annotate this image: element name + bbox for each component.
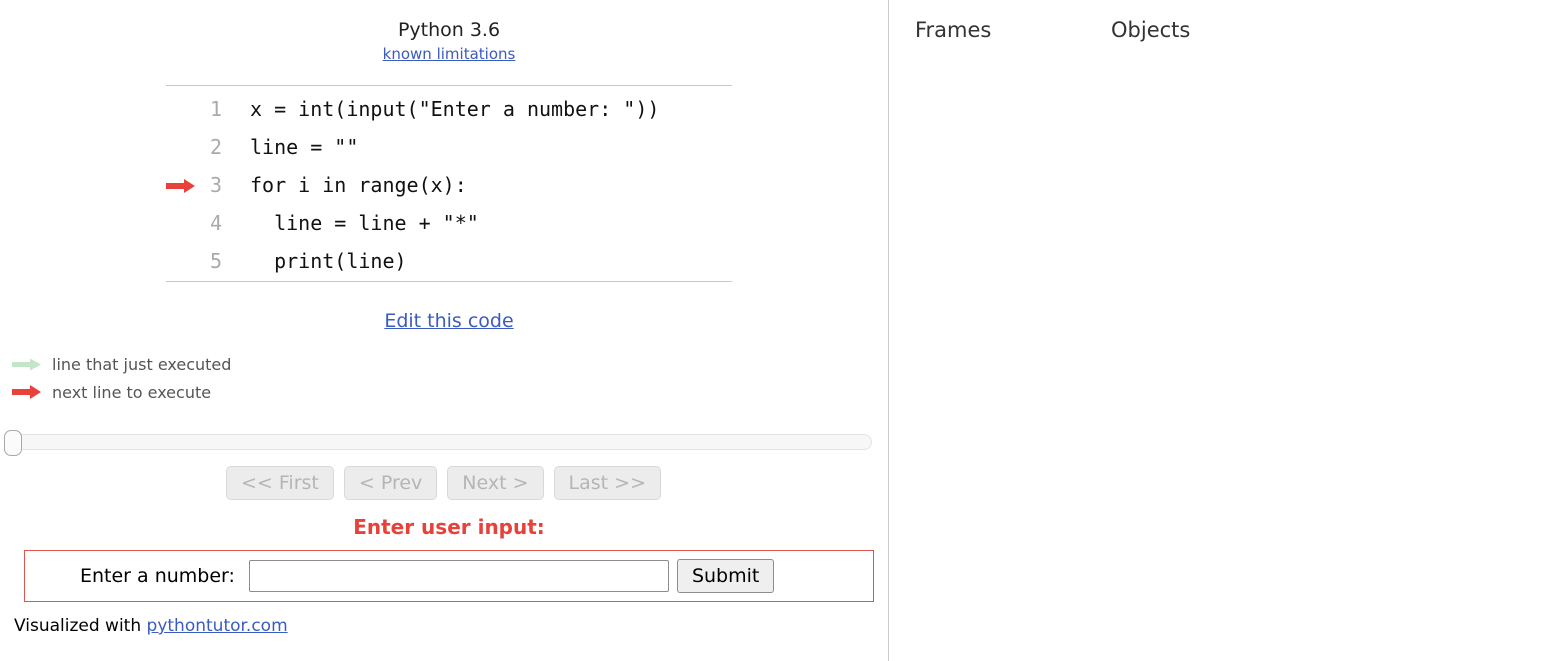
- next-line-arrow-icon: [166, 90, 202, 193]
- known-limitations-link[interactable]: known limitations: [383, 45, 516, 63]
- visualizer-left-pane: Python 3.6 known limitations 1 x = int(i…: [0, 0, 888, 661]
- footer-prefix: Visualized with: [14, 616, 147, 636]
- user-input-heading: Enter user input:: [353, 515, 545, 539]
- visualizer-right-pane: Frames Objects: [889, 0, 1549, 661]
- code-bottom-divider: [166, 281, 732, 282]
- legend-label-next: next line to execute: [52, 382, 212, 402]
- user-input-field[interactable]: [248, 560, 669, 592]
- code-line-3[interactable]: 3 for i in range(x):: [166, 166, 732, 204]
- submit-button[interactable]: Submit: [676, 559, 775, 593]
- user-input-panel: Enter a number: Submit: [24, 550, 874, 602]
- code-line-number: 2: [209, 135, 222, 159]
- execution-slider[interactable]: [4, 430, 872, 456]
- green-arrow-icon: [12, 358, 48, 371]
- code-line-1[interactable]: 1 x = int(input("Enter a number: ")): [166, 90, 732, 193]
- code-line-text: x = int(input("Enter a number: ")): [250, 97, 660, 121]
- slider-track[interactable]: [10, 434, 872, 450]
- last-step-button[interactable]: Last >>: [553, 466, 661, 500]
- user-input-prompt-label: Enter a number:: [80, 565, 235, 587]
- frames-header: Frames: [915, 18, 992, 42]
- code-line-text: for i in range(x):: [250, 173, 467, 197]
- python-version-label: Python 3.6: [397, 19, 501, 41]
- legend-row-executed: line that just executed: [12, 350, 231, 378]
- code-top-divider: [166, 85, 732, 86]
- known-limitations-link-wrap: known limitations: [166, 44, 732, 64]
- code-line-number: 1: [209, 97, 222, 121]
- legend-label-executed: line that just executed: [52, 354, 232, 374]
- edit-this-code-link[interactable]: Edit this code: [384, 310, 513, 332]
- code-line-text: line = line + "*": [250, 211, 479, 235]
- step-navigation-buttons: << First < Prev Next > Last >>: [226, 466, 661, 500]
- pythontutor-link[interactable]: pythontutor.com: [147, 616, 288, 636]
- edit-code-link-wrap: Edit this code: [166, 309, 732, 333]
- objects-header: Objects: [1111, 18, 1191, 42]
- code-line-number: 5: [209, 249, 222, 273]
- code-line-4[interactable]: 4 line = line + "*": [166, 204, 732, 242]
- next-step-button[interactable]: Next >: [447, 466, 544, 500]
- legend-row-next: next line to execute: [12, 378, 231, 406]
- code-line-2[interactable]: 2 line = "": [166, 128, 732, 166]
- slider-handle[interactable]: [4, 430, 22, 456]
- code-line-number: 3: [209, 173, 222, 197]
- code-display: 1 x = int(input("Enter a number: ")) 2 l…: [166, 90, 732, 280]
- prev-step-button[interactable]: < Prev: [343, 466, 438, 500]
- arrow-legend: line that just executed next line to exe…: [12, 350, 231, 406]
- footer-credit: Visualized with pythontutor.com: [14, 615, 288, 637]
- red-arrow-icon: [12, 385, 48, 399]
- first-step-button[interactable]: << First: [226, 466, 334, 500]
- code-line-text: print(line): [250, 249, 407, 273]
- code-line-number: 4: [209, 211, 222, 235]
- code-line-text: line = "": [250, 135, 359, 159]
- code-line-5[interactable]: 5 print(line): [166, 242, 732, 280]
